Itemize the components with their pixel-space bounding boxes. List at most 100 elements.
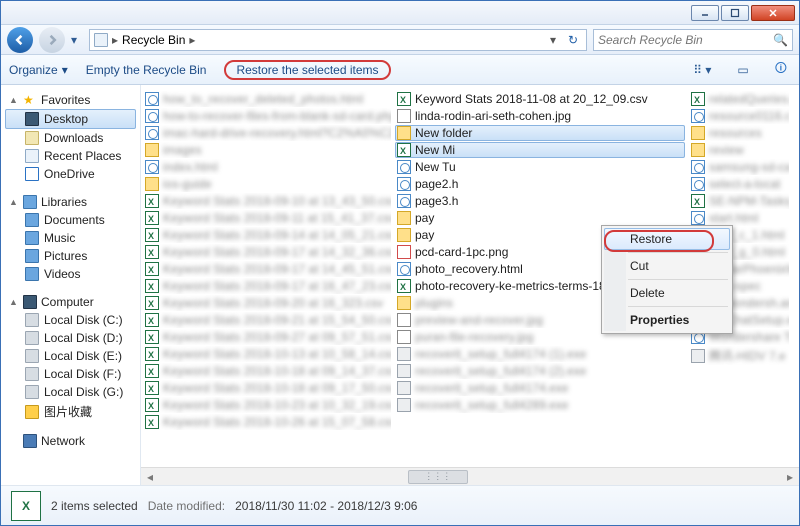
chevron-down-icon: ▾ <box>62 63 68 77</box>
ctx-restore[interactable]: Restore <box>604 228 730 250</box>
file-item[interactable]: Keyword Stats 2018-10-18 at 09_17_50.csv <box>143 380 391 396</box>
network-group[interactable]: ▲Network <box>5 432 136 450</box>
nav-drive-d[interactable]: Local Disk (D:) <box>5 329 136 347</box>
file-item[interactable]: recoverit_setup_full4289.exe <box>395 397 685 413</box>
file-item[interactable]: pay <box>395 210 685 226</box>
scroll-thumb[interactable]: ⋮⋮⋮ <box>408 470 468 484</box>
status-date-label: Date modified: <box>148 499 225 513</box>
scroll-right-icon[interactable]: ▸ <box>781 470 799 484</box>
nav-drive-g[interactable]: Local Disk (G:) <box>5 383 136 401</box>
back-button[interactable] <box>7 27 33 53</box>
file-item[interactable]: recoverit_setup_full4174 (1).exe <box>395 346 685 362</box>
ctx-cut[interactable]: Cut <box>604 255 730 277</box>
file-item[interactable]: Keyword Stats 2018-10-18 at 09_14_37.csv <box>143 363 391 379</box>
help-icon[interactable]: 🛈 <box>771 59 791 80</box>
nav-recent-places[interactable]: Recent Places <box>5 147 136 165</box>
empty-recycle-bin[interactable]: Empty the Recycle Bin <box>86 63 207 77</box>
file-item[interactable]: index.html <box>143 159 391 175</box>
computer-group[interactable]: ▲Computer <box>5 293 136 311</box>
file-item[interactable]: SE-NPM-Tasks_V <box>689 193 789 209</box>
file-item[interactable]: how-to-recover-files-from-blank-sd-card.… <box>143 108 391 124</box>
ctx-delete[interactable]: Delete <box>604 282 730 304</box>
file-item[interactable]: Keyword Stats 2018-09-17 at 14_45_51.csv <box>143 261 391 277</box>
nav-music[interactable]: Music <box>5 229 136 247</box>
file-item[interactable]: New Tu <box>395 159 685 175</box>
nav-drive-c[interactable]: Local Disk (C:) <box>5 311 136 329</box>
nav-downloads[interactable]: Downloads <box>5 129 136 147</box>
file-item[interactable]: New Mi <box>395 142 685 158</box>
history-chevron-icon[interactable]: ▾ <box>71 33 83 47</box>
file-item[interactable]: New folder <box>395 125 685 141</box>
horizontal-scrollbar[interactable]: ◂ ⋮⋮⋮ ▸ <box>141 467 799 485</box>
file-item[interactable]: select-a-locat <box>689 176 789 192</box>
file-item[interactable]: Keyword Stats 2018-09-17 at 14_32_36.csv <box>143 244 391 260</box>
breadcrumb-location[interactable]: Recycle Bin <box>122 33 185 47</box>
file-name: page2.h <box>415 177 458 191</box>
file-item[interactable]: imac-hard-drive-recovery.html?C2%A0%C2%A… <box>143 125 391 141</box>
computer-icon <box>23 295 37 309</box>
nav-videos[interactable]: Videos <box>5 265 136 283</box>
organize-menu[interactable]: Organize ▾ <box>9 63 68 77</box>
file-item[interactable]: start.html <box>689 210 789 226</box>
view-options-icon[interactable]: ⠿ ▾ <box>689 63 715 77</box>
nav-onedrive[interactable]: OneDrive <box>5 165 136 183</box>
preview-pane-icon[interactable]: ▭ <box>733 63 752 77</box>
refresh-icon[interactable]: ↻ <box>564 33 582 47</box>
minimize-button[interactable] <box>691 5 719 21</box>
file-item[interactable]: how_to_recover_deleted_photos.html <box>143 91 391 107</box>
nav-extra-folder[interactable]: 图片收藏 <box>5 401 136 422</box>
address-dropdown-icon[interactable]: ▾ <box>546 33 560 47</box>
libraries-group[interactable]: ▲Libraries <box>5 193 136 211</box>
excel-file-icon <box>397 92 411 106</box>
command-bar: Organize ▾ Empty the Recycle Bin Restore… <box>1 55 799 85</box>
file-item[interactable]: Keyword Stats 2018-10-13 at 10_58_14.csv <box>143 346 391 362</box>
excel-file-icon <box>691 92 705 106</box>
file-item[interactable]: Keyword Stats 2018-09-11 at 15_41_37.csv <box>143 210 391 226</box>
close-button[interactable] <box>751 5 795 21</box>
file-item[interactable]: recoverit_setup_full4174 (2).exe <box>395 363 685 379</box>
html-file-icon <box>145 109 159 123</box>
search-icon[interactable]: 🔍 <box>773 33 788 47</box>
file-item[interactable]: review <box>689 142 789 158</box>
nav-drive-e[interactable]: Local Disk (E:) <box>5 347 136 365</box>
file-item[interactable]: samsung-sd-ca <box>689 159 789 175</box>
file-item[interactable]: recoverit_setup_full4174.exe <box>395 380 685 396</box>
file-name: recoverit_setup_full4174 (1).exe <box>415 347 586 361</box>
file-item[interactable]: Keyword Stats 2018-09-10 at 13_43_50.csv <box>143 193 391 209</box>
file-item[interactable]: Keyword Stats 2018-09-27 at 09_57_51.csv <box>143 329 391 345</box>
maximize-button[interactable] <box>721 5 749 21</box>
file-item[interactable]: page2.h <box>395 176 685 192</box>
nav-desktop[interactable]: Desktop <box>5 109 136 129</box>
file-item[interactable]: images <box>143 142 391 158</box>
file-item[interactable]: Keyword Stats 2018-11-08 at 20_12_09.csv <box>395 91 685 107</box>
nav-pictures[interactable]: Pictures <box>5 247 136 265</box>
file-item[interactable]: Keyword Stats 2018-09-14 at 14_05_21.csv <box>143 227 391 243</box>
network-icon <box>23 434 37 448</box>
excel-file-icon <box>145 381 159 395</box>
file-item[interactable]: resource0116.c <box>689 108 789 124</box>
breadcrumb-chevron-icon[interactable]: ▸ <box>189 33 195 47</box>
nav-drive-f[interactable]: Local Disk (F:) <box>5 365 136 383</box>
file-item[interactable]: Keyword Stats 2018-10-23 at 10_32_19.csv <box>143 397 391 413</box>
ctx-properties[interactable]: Properties <box>604 309 730 331</box>
file-item[interactable]: page3.h <box>395 193 685 209</box>
file-item[interactable]: Keyword Stats 2018-09-20 at 16_323.csv <box>143 295 391 311</box>
file-item[interactable]: Keyword Stats 2018-09-21 at 15_54_50.csv <box>143 312 391 328</box>
file-item[interactable]: relatedQueries.csv <box>689 91 789 107</box>
file-item[interactable]: resources <box>689 125 789 141</box>
search-box[interactable]: 🔍 <box>593 29 793 51</box>
file-item[interactable]: 腾讯-HIDV 7.e <box>689 346 789 365</box>
file-item[interactable]: Keyword Stats 2018-09-17 at 16_47_23.csv <box>143 278 391 294</box>
file-item[interactable]: Keyword Stats 2018-10-26 at 15_07_58.csv <box>143 414 391 430</box>
scroll-left-icon[interactable]: ◂ <box>141 470 159 484</box>
favorites-group[interactable]: ▲★Favorites <box>5 91 136 109</box>
address-bar[interactable]: ▸ Recycle Bin ▸ ▾ ↻ <box>89 29 587 51</box>
restore-selected-items[interactable]: Restore the selected items <box>224 60 390 80</box>
file-item[interactable]: ios-guide <box>143 176 391 192</box>
forward-button[interactable] <box>39 27 65 53</box>
file-item[interactable]: linda-rodin-ari-seth-cohen.jpg <box>395 108 685 124</box>
search-input[interactable] <box>598 33 769 47</box>
file-name: pay <box>415 211 434 225</box>
nav-documents[interactable]: Documents <box>5 211 136 229</box>
file-list[interactable]: how_to_recover_deleted_photos.htmlhow-to… <box>141 85 799 485</box>
